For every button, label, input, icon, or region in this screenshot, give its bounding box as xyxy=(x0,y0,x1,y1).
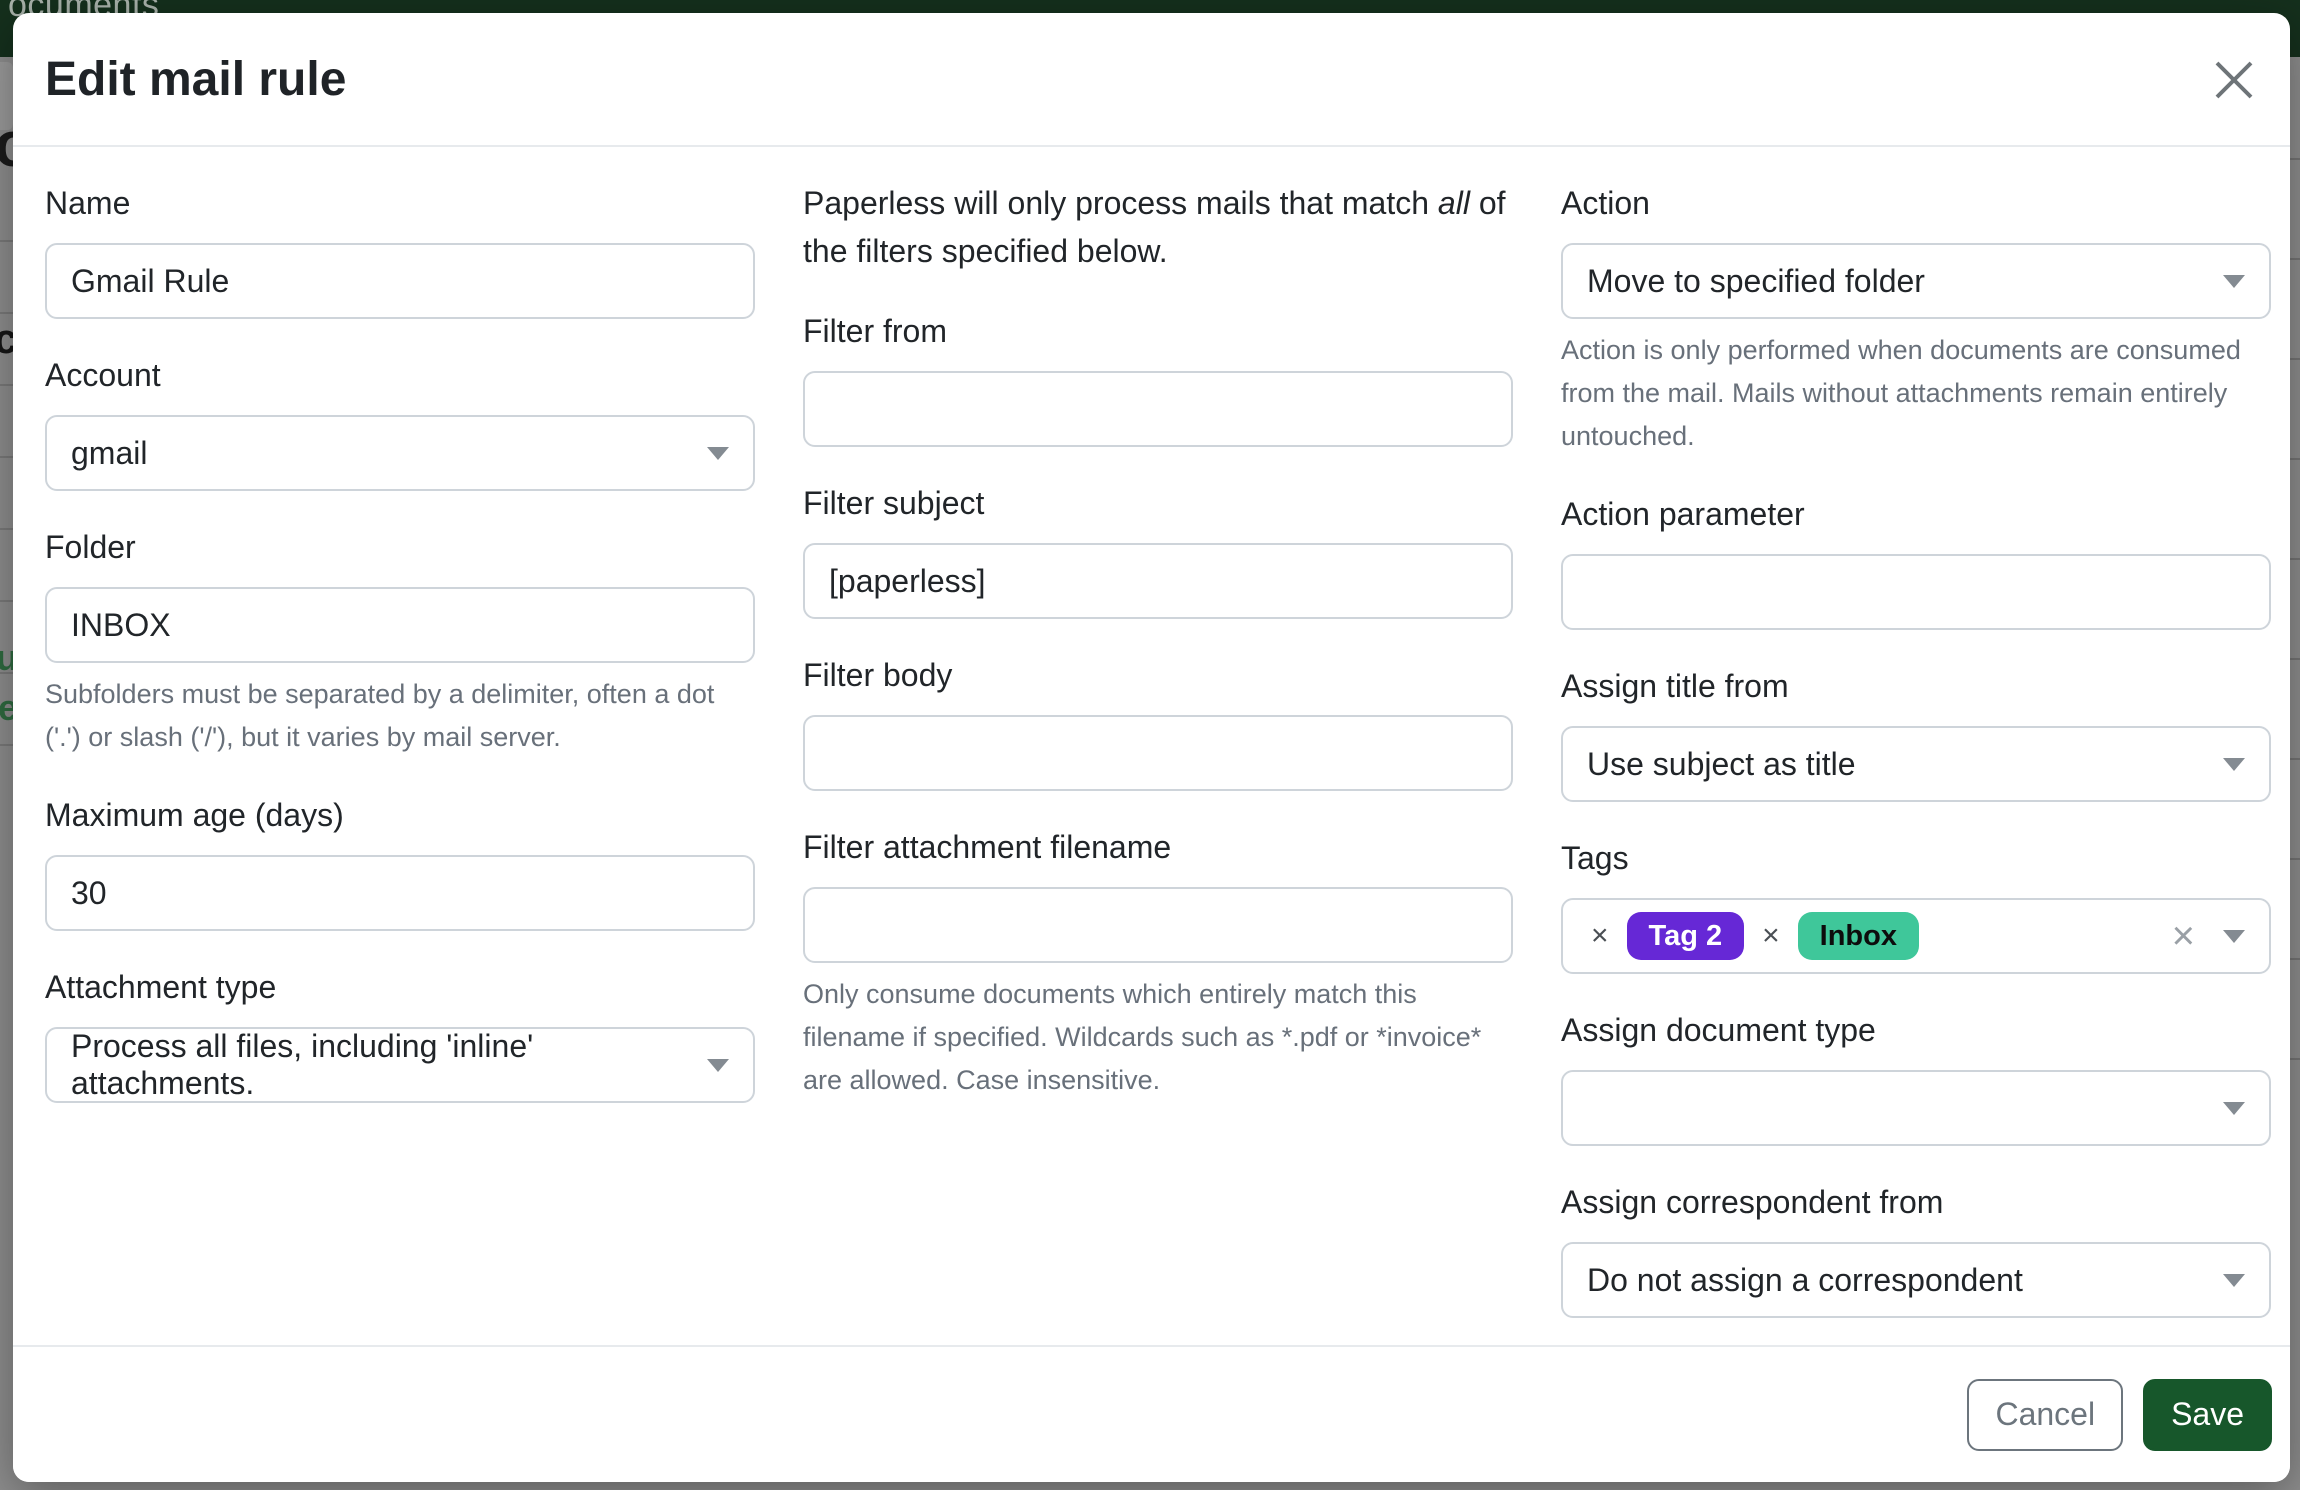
cancel-button[interactable]: Cancel xyxy=(1967,1379,2123,1451)
action-parameter-label: Action parameter xyxy=(1561,490,2271,538)
account-label: Account xyxy=(45,351,755,399)
assign-correspondent-from-select[interactable]: Do not assign a correspondent xyxy=(1561,1242,2271,1318)
column-filters: Paperless will only process mails that m… xyxy=(803,179,1513,1350)
clear-tags-icon[interactable]: × xyxy=(2172,916,2195,956)
chevron-down-icon xyxy=(707,447,729,460)
dialog-footer: Cancel Save xyxy=(13,1345,2290,1482)
attachment-type-label: Attachment type xyxy=(45,963,755,1011)
attachment-type-select[interactable]: Process all files, including 'inline' at… xyxy=(45,1027,755,1103)
tag-chip: Tag 2 xyxy=(1627,912,1745,960)
tags-label: Tags xyxy=(1561,834,2271,882)
filter-subject-label: Filter subject xyxy=(803,479,1513,527)
account-select-value: gmail xyxy=(71,435,147,472)
assign-document-type-label: Assign document type xyxy=(1561,1006,2271,1054)
account-select[interactable]: gmail xyxy=(45,415,755,491)
column-actions: Action Move to specified folder Action i… xyxy=(1561,179,2271,1350)
filter-attachment-filename-label: Filter attachment filename xyxy=(803,823,1513,871)
filter-from-label: Filter from xyxy=(803,307,1513,355)
filter-from-input[interactable] xyxy=(803,371,1513,447)
close-icon xyxy=(2213,59,2255,104)
chevron-down-icon xyxy=(707,1059,729,1072)
attachment-type-select-value: Process all files, including 'inline' at… xyxy=(71,1028,683,1102)
remove-tag-icon[interactable]: × xyxy=(1587,921,1613,951)
filter-body-label: Filter body xyxy=(803,651,1513,699)
filter-attachment-filename-input[interactable] xyxy=(803,887,1513,963)
assign-correspondent-from-select-value: Do not assign a correspondent xyxy=(1587,1262,2023,1299)
chevron-down-icon xyxy=(2223,1102,2245,1115)
action-select-value: Move to specified folder xyxy=(1587,263,1925,300)
action-select[interactable]: Move to specified folder xyxy=(1561,243,2271,319)
assign-title-from-select[interactable]: Use subject as title xyxy=(1561,726,2271,802)
save-button[interactable]: Save xyxy=(2143,1379,2272,1451)
dialog-title: Edit mail rule xyxy=(45,52,346,107)
column-general: Name Account gmail Folder Subfolders mus… xyxy=(45,179,755,1350)
remove-tag-icon[interactable]: × xyxy=(1758,921,1784,951)
assign-title-from-select-value: Use subject as title xyxy=(1587,746,1856,783)
name-label: Name xyxy=(45,179,755,227)
folder-help-text: Subfolders must be separated by a delimi… xyxy=(45,673,755,759)
intro-text-italic: all xyxy=(1438,185,1470,221)
assign-title-from-label: Assign title from xyxy=(1561,662,2271,710)
dialog-body: Name Account gmail Folder Subfolders mus… xyxy=(13,147,2290,1350)
edit-mail-rule-dialog: Edit mail rule Name Account gmail xyxy=(13,13,2290,1482)
tag-chip: Inbox xyxy=(1798,912,1919,960)
close-button[interactable] xyxy=(2208,55,2260,107)
folder-label: Folder xyxy=(45,523,755,571)
name-input[interactable] xyxy=(45,243,755,319)
chevron-down-icon xyxy=(2223,930,2245,943)
max-age-input[interactable] xyxy=(45,855,755,931)
dialog-header: Edit mail rule xyxy=(13,13,2290,147)
tags-multiselect[interactable]: × Tag 2 × Inbox × xyxy=(1561,898,2271,974)
filter-subject-input[interactable] xyxy=(803,543,1513,619)
chevron-down-icon xyxy=(2223,1274,2245,1287)
action-label: Action xyxy=(1561,179,2271,227)
intro-text-part: Paperless will only process mails that m… xyxy=(803,185,1438,221)
chevron-down-icon xyxy=(2223,758,2245,771)
backdrop-rows-right xyxy=(2290,60,2300,1060)
max-age-label: Maximum age (days) xyxy=(45,791,755,839)
filter-attachment-help-text: Only consume documents which entirely ma… xyxy=(803,973,1513,1102)
action-parameter-input[interactable] xyxy=(1561,554,2271,630)
folder-input[interactable] xyxy=(45,587,755,663)
assign-document-type-select[interactable] xyxy=(1561,1070,2271,1146)
chevron-down-icon xyxy=(2223,275,2245,288)
filters-intro-text: Paperless will only process mails that m… xyxy=(803,179,1513,275)
action-help-text: Action is only performed when documents … xyxy=(1561,329,2271,458)
assign-correspondent-from-label: Assign correspondent from xyxy=(1561,1178,2271,1226)
filter-body-input[interactable] xyxy=(803,715,1513,791)
